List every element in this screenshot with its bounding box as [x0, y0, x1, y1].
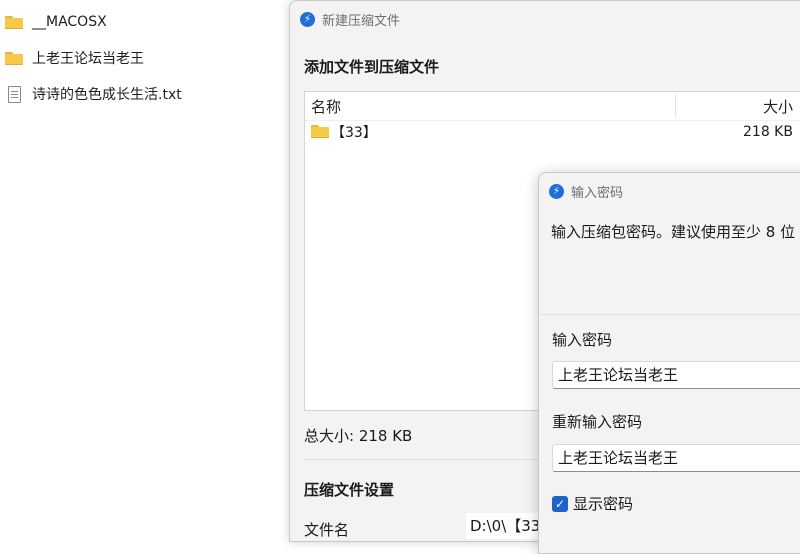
password-dialog: ⚡ 输入密码 输入压缩包密码。建议使用至少 8 位 输入密码 上老王论坛当老王 …: [538, 172, 800, 554]
show-password-label: 显示密码: [573, 495, 634, 513]
password-description: 输入压缩包密码。建议使用至少 8 位: [551, 223, 796, 241]
column-divider[interactable]: [675, 94, 676, 118]
file-item-txt[interactable]: 诗诗的色色成长生活.txt: [4, 82, 182, 106]
confirm-password-input[interactable]: 上老王论坛当老王: [552, 444, 800, 472]
app-icon: ⚡: [549, 183, 564, 199]
password-dialog-title: 输入密码: [571, 185, 624, 201]
settings-heading: 压缩文件设置: [304, 481, 395, 499]
column-header-size[interactable]: 大小: [763, 96, 793, 117]
compress-window-titlebar[interactable]: ⚡ 新建压缩文件: [290, 1, 800, 37]
confirm-password-label: 重新输入密码: [552, 413, 643, 431]
divider: [539, 314, 800, 315]
file-item-macosx[interactable]: __MACOSX: [4, 10, 107, 34]
folder-icon: [4, 13, 24, 31]
file-item-label: 上老王论坛当老王: [32, 51, 144, 67]
file-item-label: 诗诗的色色成长生活.txt: [32, 87, 182, 103]
password-input[interactable]: 上老王论坛当老王: [552, 361, 800, 389]
total-size: 总大小: 218 KB: [304, 427, 413, 445]
compress-window-title: 新建压缩文件: [322, 13, 401, 29]
text-file-icon: [4, 85, 24, 103]
file-table-header: 名称 大小: [305, 92, 800, 121]
folder-icon: [311, 125, 329, 138]
show-password-toggle[interactable]: ✓ 显示密码: [552, 493, 633, 514]
file-list: __MACOSX 上老王论坛当老王 诗诗的色色成长生活.txt: [0, 0, 285, 534]
table-row[interactable]: 【33】 218 KB: [305, 120, 800, 144]
file-item-folder[interactable]: 上老王论坛当老王: [4, 46, 144, 70]
app-icon: ⚡: [300, 11, 315, 27]
password-label: 输入密码: [552, 331, 613, 349]
column-header-name[interactable]: 名称: [311, 96, 341, 117]
file-item-label: __MACOSX: [32, 14, 107, 30]
add-files-heading: 添加文件到压缩文件: [304, 58, 440, 76]
row-name: 【33】: [331, 125, 377, 141]
password-dialog-titlebar[interactable]: ⚡ 输入密码: [539, 173, 800, 209]
checkbox-checked-icon[interactable]: ✓: [552, 495, 568, 512]
folder-icon: [4, 49, 24, 67]
filename-label: 文件名: [304, 521, 350, 539]
row-size: 218 KB: [743, 124, 793, 140]
